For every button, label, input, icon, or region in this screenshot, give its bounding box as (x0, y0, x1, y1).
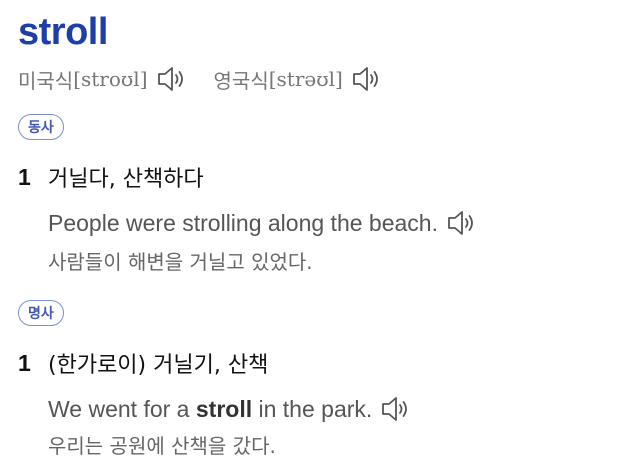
speaker-icon[interactable] (444, 208, 478, 238)
example-text: People were strolling along the beach. (48, 209, 438, 236)
pronunciation-row: 미국식 [stroʊl] 영국식 [strəʊl] (18, 62, 383, 96)
pronunciation-uk-label: 영국식 (213, 68, 269, 93)
headword: stroll (18, 11, 108, 53)
example-text-before: We went for a (48, 395, 196, 422)
example-sentence-noun: We went for a stroll in the park. (48, 392, 412, 426)
sense-number: 1 (18, 349, 31, 376)
sense-number: 1 (18, 163, 31, 190)
example-translation-verb: 사람들이 해변을 거닐고 있었다. (48, 250, 313, 274)
pronunciation-us-label: 미국식 (18, 68, 74, 93)
pronunciation-us: 미국식 [stroʊl] (18, 64, 188, 94)
pronunciation-uk: 영국식 [strəʊl] (214, 64, 383, 94)
pronunciation-uk-ipa: [strəʊl] (268, 67, 343, 91)
example-headword-highlight: stroll (195, 395, 253, 422)
example-text-after: in the park. (252, 395, 373, 422)
sense-definition: (한가로이) 거닐기, 산책 (48, 353, 269, 378)
pos-badge-noun: 명사 (18, 300, 64, 326)
speaker-icon[interactable] (378, 394, 412, 424)
speaker-icon[interactable] (154, 64, 188, 94)
speaker-icon[interactable] (349, 64, 383, 94)
sense-verb-1: 1 거닐다, 산책하다 (18, 160, 204, 194)
example-text: We went for a stroll in the park. (48, 396, 372, 423)
example-translation-noun: 우리는 공원에 산책을 갔다. (48, 434, 276, 458)
sense-definition: 거닐다, 산책하다 (48, 167, 204, 192)
sense-noun-1: 1 (한가로이) 거닐기, 산책 (18, 346, 268, 380)
pronunciation-us-ipa: [stroʊl] (73, 67, 148, 91)
pos-badge-verb: 동사 (18, 114, 64, 140)
example-sentence-verb: People were strolling along the beach. (48, 206, 478, 240)
